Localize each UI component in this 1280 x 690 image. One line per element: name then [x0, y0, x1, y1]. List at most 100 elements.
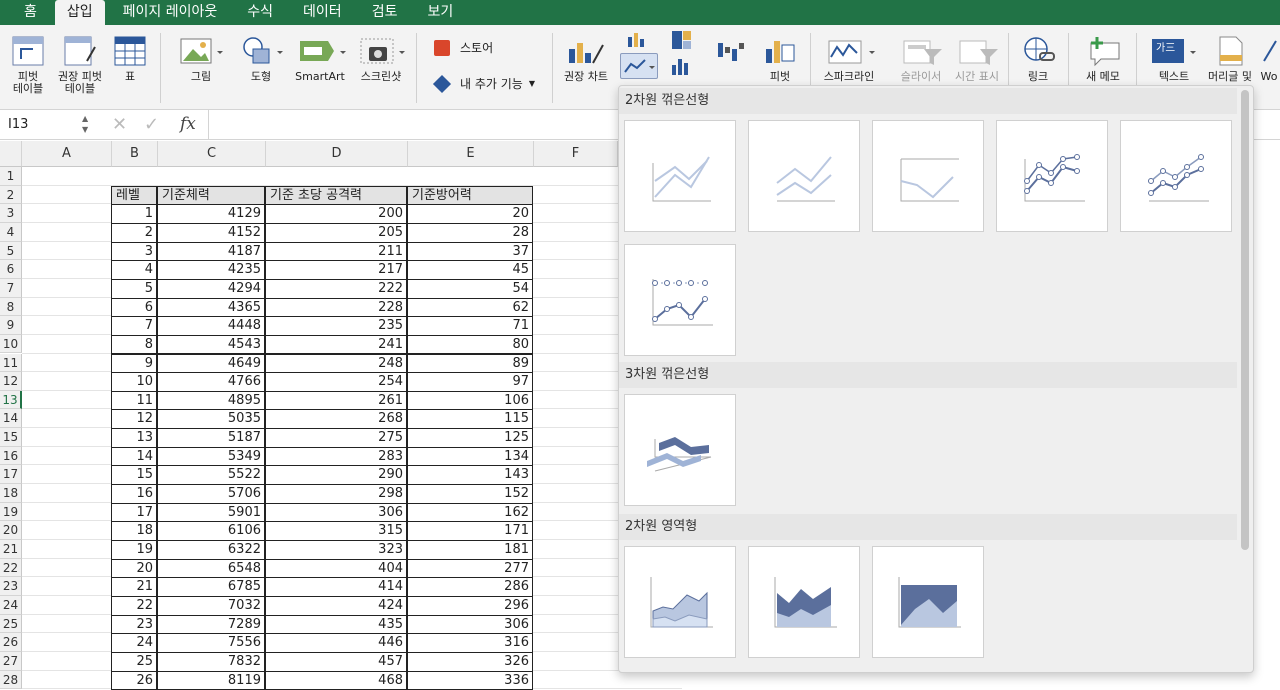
table-cell[interactable]: 37 — [407, 241, 533, 262]
chart-option-stacked-line-markers[interactable] — [1120, 120, 1232, 232]
line-chart-button[interactable] — [620, 53, 658, 79]
table-cell[interactable]: 446 — [265, 633, 407, 653]
chart-option-3d-line[interactable] — [624, 394, 736, 506]
cancel-icon[interactable]: ✕ — [112, 114, 127, 135]
table-cell[interactable]: 414 — [265, 577, 407, 597]
row-header[interactable]: 20 — [0, 521, 22, 540]
table-cell[interactable]: 4448 — [157, 316, 265, 336]
table-cell[interactable]: 4235 — [157, 260, 265, 280]
my-addins-button[interactable]: 내 추가 기능 ▼ — [432, 74, 535, 93]
table-cell[interactable]: 16 — [111, 484, 157, 504]
table-cell[interactable]: 316 — [407, 633, 533, 653]
table-cell[interactable]: 5522 — [157, 465, 265, 486]
table-cell[interactable]: 18 — [111, 521, 157, 541]
table-cell[interactable]: 152 — [407, 484, 533, 504]
table-cell[interactable]: 306 — [407, 614, 533, 635]
column-header[interactable]: E — [408, 141, 534, 167]
row-header[interactable]: 4 — [0, 222, 22, 242]
table-cell[interactable]: 54 — [407, 278, 533, 299]
table-cell[interactable]: 336 — [407, 670, 533, 690]
table-cell[interactable]: 315 — [265, 521, 407, 541]
table-cell[interactable]: 1 — [111, 204, 157, 224]
table-cell[interactable]: 23 — [111, 614, 157, 635]
table-cell[interactable]: 5349 — [157, 446, 265, 467]
table-cell[interactable]: 20 — [111, 558, 157, 579]
name-box-stepper-icon[interactable]: ▲ ▼ — [82, 113, 88, 135]
table-cell[interactable]: 6 — [111, 297, 157, 318]
table-cell[interactable]: 268 — [265, 409, 407, 430]
ribbon-tab[interactable]: 삽입 — [54, 0, 105, 25]
table-header-cell[interactable]: 레벨 — [111, 185, 157, 206]
table-cell[interactable]: 11 — [111, 390, 157, 411]
table-cell[interactable]: 228 — [265, 297, 407, 318]
row-header[interactable]: 10 — [0, 334, 22, 354]
chart-option-100-stacked-line[interactable] — [872, 120, 984, 232]
table-header-cell[interactable]: 기준방어력 — [407, 185, 533, 206]
column-chart-button[interactable] — [624, 29, 654, 49]
recommended-charts-button[interactable]: 권장 차트 — [558, 35, 614, 83]
table-cell[interactable]: 8119 — [157, 670, 265, 690]
table-cell[interactable]: 5035 — [157, 409, 265, 430]
table-cell[interactable]: 200 — [265, 204, 407, 224]
chart-option-100-stacked-line-markers[interactable] — [624, 244, 736, 356]
table-cell[interactable]: 4187 — [157, 241, 265, 262]
table-cell[interactable]: 241 — [265, 334, 407, 355]
row-header[interactable]: 13 — [0, 390, 22, 410]
table-header-cell[interactable]: 기준체력 — [157, 185, 265, 206]
column-header[interactable]: B — [112, 141, 158, 167]
table-cell[interactable]: 28 — [407, 222, 533, 243]
table-cell[interactable]: 254 — [265, 372, 407, 392]
table-cell[interactable]: 286 — [407, 577, 533, 597]
table-cell[interactable]: 323 — [265, 540, 407, 560]
table-cell[interactable]: 306 — [265, 502, 407, 523]
table-cell[interactable]: 97 — [407, 372, 533, 392]
row-header[interactable]: 6 — [0, 260, 22, 279]
chart-option-100-stacked-area[interactable] — [872, 546, 984, 658]
recommended-pivot-button[interactable]: 권장 피벗 테이블 — [54, 35, 106, 95]
row-header[interactable]: 8 — [0, 297, 22, 317]
textbox-button[interactable]: 가三 텍스트 — [1144, 35, 1204, 83]
new-comment-button[interactable]: 새 메모 — [1076, 35, 1130, 83]
table-cell[interactable]: 134 — [407, 446, 533, 467]
ribbon-tab[interactable]: 홈 — [12, 0, 49, 25]
table-cell[interactable]: 5706 — [157, 484, 265, 504]
table-cell[interactable]: 296 — [407, 595, 533, 616]
table-cell[interactable]: 2 — [111, 222, 157, 243]
chart-option-line[interactable] — [624, 120, 736, 232]
chart-option-stacked-area[interactable] — [748, 546, 860, 658]
chart-option-stacked-line[interactable] — [748, 120, 860, 232]
sparkline-button[interactable]: 스파크라인 — [816, 35, 882, 83]
row-header[interactable]: 7 — [0, 278, 22, 298]
row-header[interactable]: 25 — [0, 614, 22, 634]
table-cell[interactable]: 12 — [111, 409, 157, 430]
table-cell[interactable]: 125 — [407, 428, 533, 448]
row-header[interactable]: 3 — [0, 204, 22, 223]
table-cell[interactable]: 21 — [111, 577, 157, 597]
ribbon-tab[interactable]: 페이지 레이아웃 — [111, 0, 230, 25]
table-cell[interactable]: 7 — [111, 316, 157, 336]
row-header[interactable]: 21 — [0, 540, 22, 559]
confirm-icon[interactable]: ✓ — [144, 114, 159, 135]
table-cell[interactable]: 10 — [111, 372, 157, 392]
row-header[interactable]: 15 — [0, 428, 22, 447]
ribbon-tab[interactable]: 검토 — [360, 0, 410, 25]
table-cell[interactable]: 283 — [265, 446, 407, 467]
chart-option-area[interactable] — [624, 546, 736, 658]
row-header[interactable]: 2 — [0, 185, 22, 205]
table-cell[interactable]: 211 — [265, 241, 407, 262]
table-cell[interactable]: 26 — [111, 670, 157, 690]
column-header[interactable]: C — [158, 141, 266, 167]
table-cell[interactable]: 468 — [265, 670, 407, 690]
table-cell[interactable]: 171 — [407, 521, 533, 541]
table-cell[interactable]: 15 — [111, 465, 157, 486]
store-button[interactable]: 스토어 — [434, 39, 493, 56]
table-cell[interactable]: 424 — [265, 595, 407, 616]
table-cell[interactable]: 4649 — [157, 353, 265, 374]
select-all-corner[interactable] — [0, 141, 22, 167]
table-cell[interactable]: 4766 — [157, 372, 265, 392]
timeline-button[interactable]: 시간 표시 — [950, 35, 1004, 83]
table-cell[interactable]: 3 — [111, 241, 157, 262]
table-cell[interactable]: 71 — [407, 316, 533, 336]
table-cell[interactable]: 298 — [265, 484, 407, 504]
statistic-chart-button[interactable] — [668, 55, 702, 77]
